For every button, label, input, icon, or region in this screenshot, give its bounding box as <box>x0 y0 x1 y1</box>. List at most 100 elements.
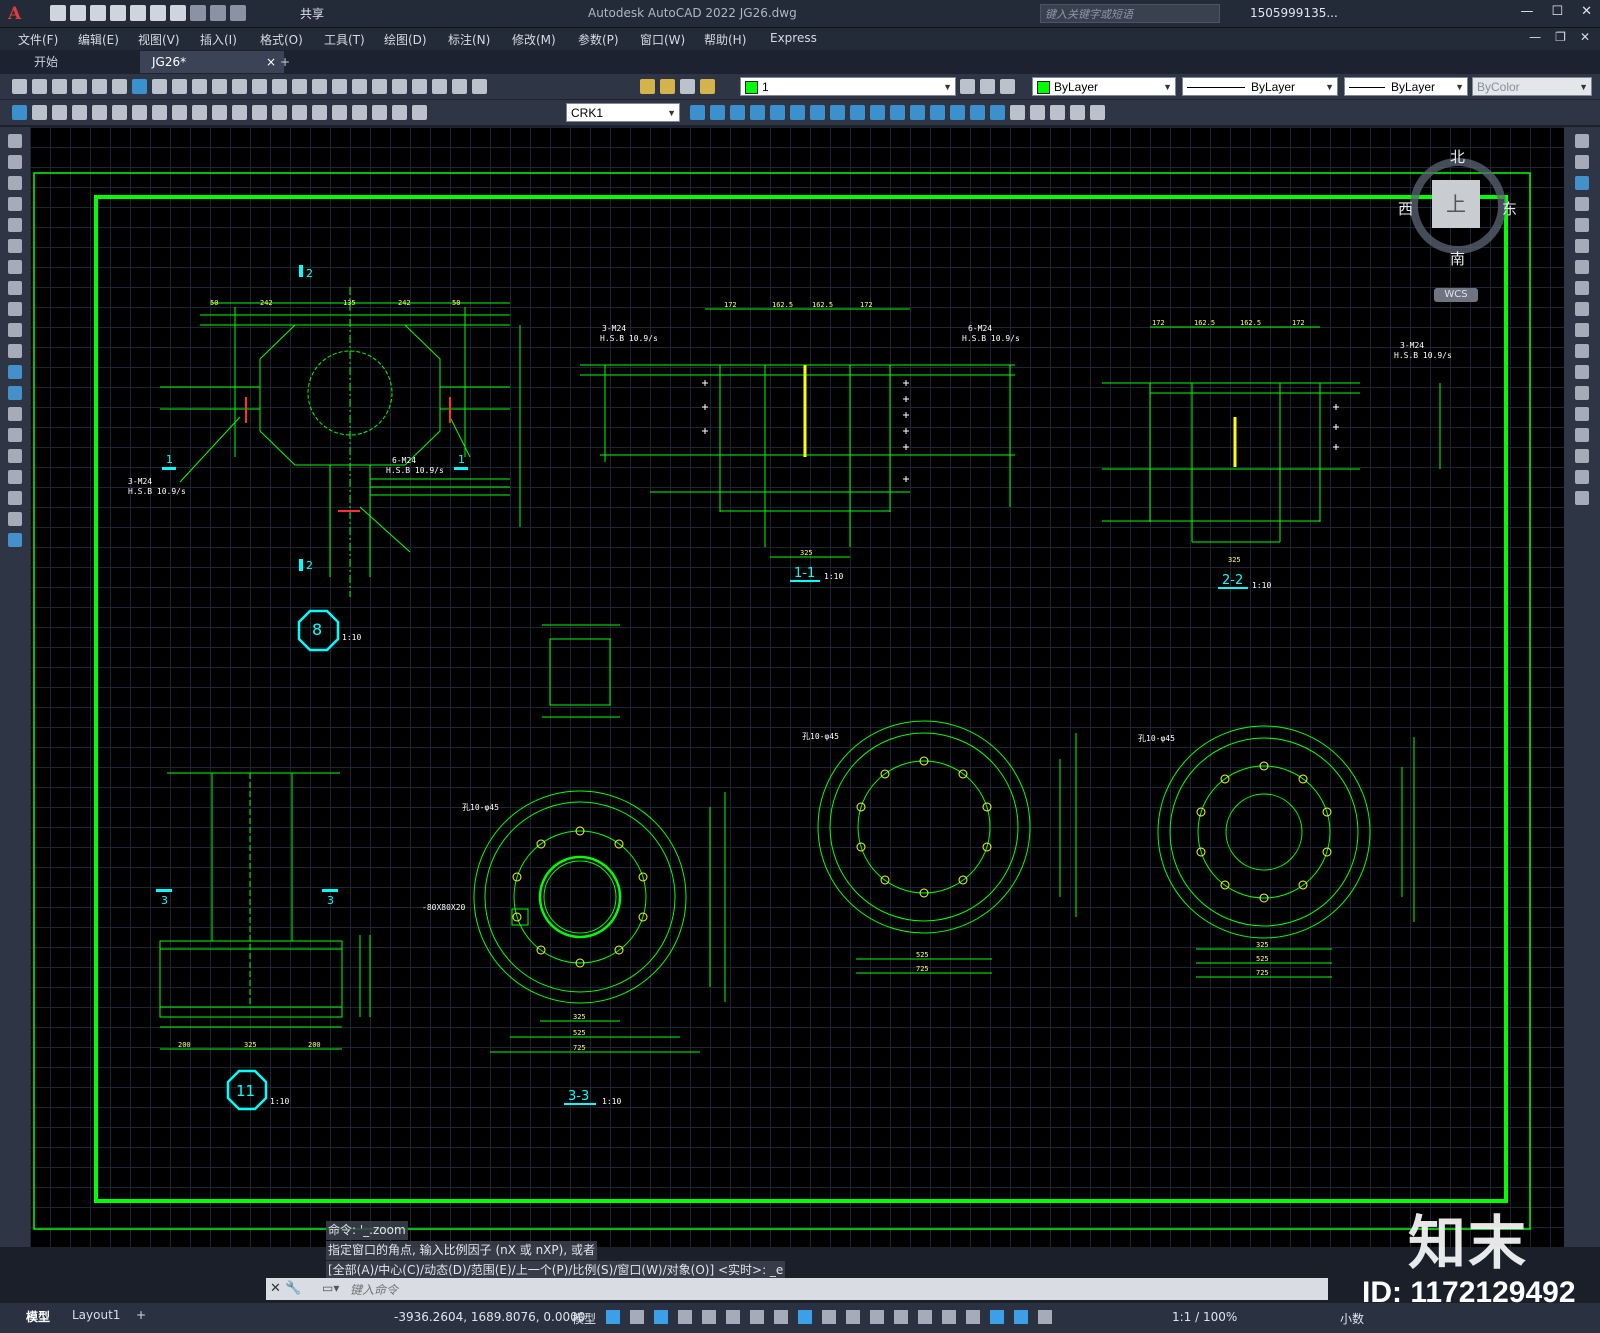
hatch-icon[interactable] <box>8 428 22 442</box>
annotation-scale-dropdown[interactable]: 1:1 / 100% <box>1172 1310 1237 1324</box>
viewcube[interactable]: 上 北 南 西 东 WCS <box>1398 146 1518 302</box>
new-tab-button[interactable]: + <box>268 51 302 73</box>
grid-icon[interactable] <box>606 1310 620 1324</box>
join-icon[interactable] <box>930 105 945 120</box>
zoom-realtime-icon[interactable] <box>292 79 307 94</box>
markup-icon[interactable] <box>432 79 447 94</box>
lineweight-dropdown[interactable]: ByLayer ▼ <box>1344 77 1468 96</box>
dim-break-icon[interactable] <box>272 105 287 120</box>
break-at-point-icon[interactable] <box>1575 365 1589 379</box>
arc-icon[interactable] <box>8 239 22 253</box>
redo-icon[interactable] <box>252 79 267 94</box>
text-above-icon[interactable] <box>1070 105 1085 120</box>
customize-icon[interactable] <box>230 5 246 21</box>
chamfer-icon[interactable] <box>950 105 965 120</box>
dim-style-icon[interactable] <box>12 105 27 120</box>
line-icon[interactable] <box>8 134 22 148</box>
save-icon[interactable] <box>90 5 106 21</box>
layer-vp-freeze-icon[interactable] <box>680 79 695 94</box>
plot-icon[interactable] <box>72 79 87 94</box>
spline-icon[interactable] <box>8 302 22 316</box>
lineweight-icon[interactable] <box>822 1310 836 1324</box>
break-icon[interactable] <box>910 105 925 120</box>
quickcalc-icon[interactable] <box>452 79 467 94</box>
scale-icon[interactable] <box>830 105 845 120</box>
maximize-icon[interactable]: ☐ <box>1551 4 1563 19</box>
polar-tracking-icon[interactable] <box>726 1310 740 1324</box>
share-button[interactable]: 共享 <box>300 5 324 22</box>
compass-north[interactable]: 北 <box>1450 146 1465 167</box>
tolerance-icon[interactable] <box>292 105 307 120</box>
ortho-icon[interactable] <box>702 1310 716 1324</box>
dim-text-edit-icon[interactable] <box>392 105 407 120</box>
viewcube-top-face[interactable]: 上 <box>1432 180 1480 228</box>
dim-edit-icon[interactable] <box>372 105 387 120</box>
annotation-visibility-icon[interactable] <box>990 1310 1004 1324</box>
plot-icon[interactable] <box>170 5 186 21</box>
extend-icon[interactable] <box>890 105 905 120</box>
transparency-icon[interactable] <box>846 1310 860 1324</box>
zoom-previous-icon[interactable] <box>332 79 347 94</box>
undo-icon[interactable] <box>232 79 247 94</box>
auto-scale-icon[interactable] <box>1014 1310 1028 1324</box>
revcloud-icon[interactable] <box>8 281 22 295</box>
dim-baseline-icon[interactable] <box>212 105 227 120</box>
isometric-icon[interactable] <box>750 1310 764 1324</box>
dim-continue-icon[interactable] <box>232 105 247 120</box>
units-dropdown[interactable]: 小数 <box>1340 1310 1364 1327</box>
copy-object-icon[interactable] <box>710 105 725 120</box>
fillet-icon[interactable] <box>1575 449 1589 463</box>
stretch-icon[interactable] <box>1575 302 1589 316</box>
command-input[interactable] <box>348 1280 1312 1300</box>
erase-icon[interactable] <box>1575 134 1589 148</box>
paste-icon[interactable] <box>192 79 207 94</box>
jogged-linear-icon[interactable] <box>352 105 367 120</box>
make-block-icon[interactable] <box>8 386 22 400</box>
open-icon[interactable] <box>70 5 86 21</box>
join-icon[interactable] <box>1575 407 1589 421</box>
selection-filter-icon[interactable] <box>942 1310 956 1324</box>
mirror-icon[interactable] <box>1575 176 1589 190</box>
dim-aligned-icon[interactable] <box>52 105 67 120</box>
circle-icon[interactable] <box>8 260 22 274</box>
offset-icon[interactable] <box>750 105 765 120</box>
rectangle-icon[interactable] <box>8 218 22 232</box>
insert-block-icon[interactable] <box>8 365 22 379</box>
doc-close-icon[interactable]: ✕ <box>1580 30 1590 44</box>
ellipse-icon[interactable] <box>8 323 22 337</box>
point-icon[interactable] <box>8 407 22 421</box>
doc-restore-icon[interactable]: ❐ <box>1555 30 1566 44</box>
array-icon[interactable] <box>770 105 785 120</box>
mirror-icon[interactable] <box>730 105 745 120</box>
chamfer-icon[interactable] <box>1575 428 1589 442</box>
dim-ordinate-icon[interactable] <box>92 105 107 120</box>
inspection-icon[interactable] <box>332 105 347 120</box>
ellipse-arc-icon[interactable] <box>8 344 22 358</box>
copy-icon[interactable] <box>172 79 187 94</box>
menu-window[interactable]: 窗口(W) <box>640 31 685 48</box>
dim-radius-icon[interactable] <box>112 105 127 120</box>
erase-icon[interactable] <box>690 105 705 120</box>
menu-edit[interactable]: 编辑(E) <box>78 31 119 48</box>
snap-icon[interactable] <box>630 1310 644 1324</box>
ucs-menu-button[interactable]: WCS <box>1434 288 1478 302</box>
dynamic-ucs-icon[interactable] <box>918 1310 932 1324</box>
menu-format[interactable]: 格式(O) <box>260 31 303 48</box>
plot-preview-icon[interactable] <box>92 79 107 94</box>
offset-icon[interactable] <box>1575 197 1589 211</box>
quick-dim-icon[interactable] <box>192 105 207 120</box>
color-dropdown[interactable]: ByLayer ▼ <box>1032 77 1176 96</box>
close-icon[interactable]: ✕ <box>270 1281 281 1296</box>
dim-diameter-icon[interactable] <box>152 105 167 120</box>
construction-line-icon[interactable] <box>8 155 22 169</box>
rotate-icon[interactable] <box>1575 260 1589 274</box>
dim-arc-icon[interactable] <box>72 105 87 120</box>
tab-layout1[interactable]: Layout1 <box>72 1308 120 1322</box>
layer-on-icon[interactable] <box>640 79 655 94</box>
compass-west[interactable]: 西 <box>1398 198 1413 219</box>
explode-icon[interactable] <box>990 105 1005 120</box>
match-properties-icon[interactable] <box>212 79 227 94</box>
fillet-icon[interactable] <box>970 105 985 120</box>
menu-dimension[interactable]: 标注(N) <box>448 31 490 48</box>
layer-dropdown[interactable]: 1 ▼ <box>740 77 956 96</box>
